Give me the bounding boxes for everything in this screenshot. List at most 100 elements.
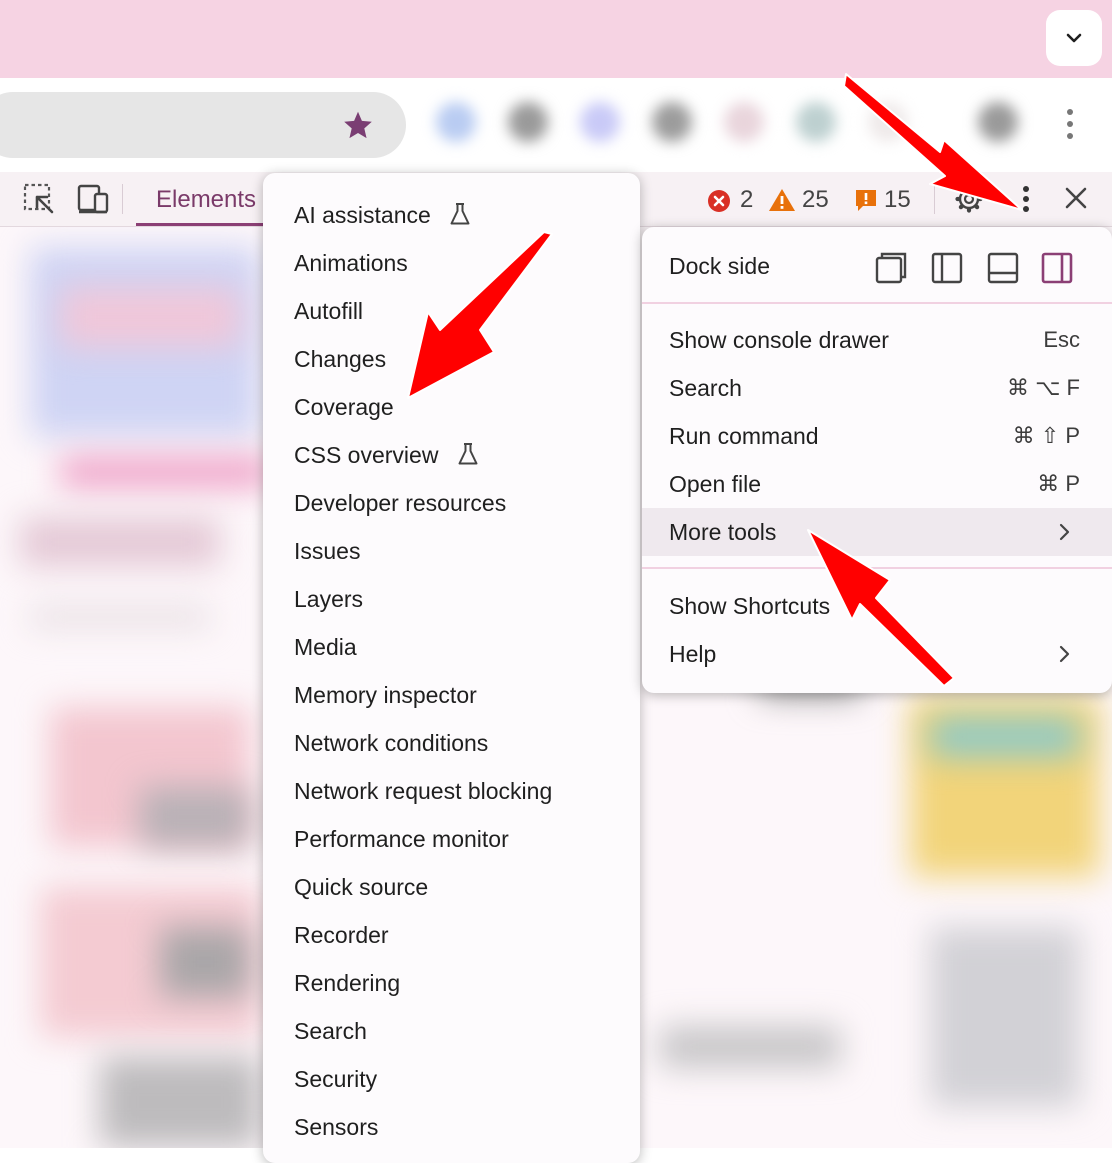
more-tools-submenu: AI assistance Animations Autofill Change… bbox=[263, 173, 640, 1163]
menu-item-label: Network conditions bbox=[294, 730, 489, 756]
menu-item-label: Coverage bbox=[294, 394, 394, 420]
experiment-flask-icon bbox=[458, 442, 478, 465]
menu-item-label: Show console drawer bbox=[669, 327, 889, 353]
extension-icon[interactable] bbox=[796, 102, 836, 142]
menu-item-label: Changes bbox=[294, 346, 387, 372]
menu-item-label: Search bbox=[669, 375, 742, 401]
extension-icon[interactable] bbox=[652, 102, 692, 142]
browser-menu-icon[interactable] bbox=[1058, 104, 1082, 144]
menu-item-memory-inspector[interactable]: Memory inspector bbox=[294, 671, 634, 719]
menu-item-quick-source[interactable]: Quick source bbox=[294, 863, 634, 911]
menu-item-network-request-blocking[interactable]: Network request blocking bbox=[294, 767, 634, 815]
menu-item-label: Help bbox=[669, 641, 717, 667]
devtools-main-menu: Dock side Show console drawer Esc Search… bbox=[642, 227, 1112, 693]
toolbar-divider bbox=[122, 184, 123, 214]
menu-item-open-file[interactable]: Open file ⌘ P bbox=[642, 460, 1112, 508]
menu-separator bbox=[642, 567, 1112, 569]
extension-icon[interactable] bbox=[580, 102, 620, 142]
menu-item-rendering[interactable]: Rendering bbox=[294, 959, 634, 1007]
issues-count[interactable]: 15 bbox=[884, 186, 911, 214]
menu-item-coverage[interactable]: Coverage bbox=[294, 383, 634, 431]
dock-bottom-icon[interactable] bbox=[986, 251, 1020, 285]
menu-item-label: Issues bbox=[294, 538, 361, 564]
menu-item-autofill[interactable]: Autofill bbox=[294, 287, 634, 335]
inspect-element-icon[interactable] bbox=[22, 182, 56, 216]
menu-item-css-overview[interactable]: CSS overview bbox=[294, 431, 634, 479]
menu-item-media[interactable]: Media bbox=[294, 623, 634, 671]
menu-item-label: Open file bbox=[669, 471, 762, 497]
menu-item-label: Developer resources bbox=[294, 490, 507, 516]
profile-avatar[interactable] bbox=[978, 102, 1018, 142]
menu-item-recorder[interactable]: Recorder bbox=[294, 911, 634, 959]
tab-elements[interactable]: Elements bbox=[136, 172, 266, 226]
menu-item-show-shortcuts[interactable]: Show Shortcuts bbox=[642, 582, 1112, 630]
menu-item-help[interactable]: Help bbox=[642, 630, 1112, 678]
tab-elements-label: Elements bbox=[156, 186, 257, 213]
menu-item-label: Rendering bbox=[294, 970, 401, 996]
extension-icon[interactable] bbox=[868, 102, 908, 142]
close-icon[interactable] bbox=[1062, 184, 1090, 212]
menu-item-label: Performance monitor bbox=[294, 826, 509, 852]
menu-item-label: Animations bbox=[294, 250, 408, 276]
menu-item-label: AI assistance bbox=[294, 202, 431, 228]
menu-item-performance-monitor[interactable]: Performance monitor bbox=[294, 815, 634, 863]
chevron-down-icon bbox=[1066, 33, 1082, 43]
menu-item-run-command[interactable]: Run command ⌘ ⇧ P bbox=[642, 412, 1112, 460]
menu-item-security[interactable]: Security bbox=[294, 1055, 634, 1103]
dock-left-icon[interactable] bbox=[930, 251, 964, 285]
menu-item-search[interactable]: Search bbox=[294, 1007, 634, 1055]
menu-item-changes[interactable]: Changes bbox=[294, 335, 634, 383]
browser-title-bar bbox=[0, 0, 1112, 78]
settings-gear-icon[interactable] bbox=[952, 182, 986, 216]
menu-item-label: Sensors bbox=[294, 1114, 379, 1140]
menu-item-more-tools[interactable]: More tools bbox=[642, 508, 1112, 556]
menu-item-shortcut: ⌘ P bbox=[1037, 471, 1080, 496]
menu-item-label: Media bbox=[294, 634, 357, 660]
menu-item-label: Network request blocking bbox=[294, 778, 553, 804]
menu-item-label: Search bbox=[294, 1018, 367, 1044]
menu-item-label: More tools bbox=[669, 519, 777, 545]
extension-icon[interactable] bbox=[724, 102, 764, 142]
error-icon bbox=[708, 190, 730, 212]
chevron-right-icon bbox=[1059, 645, 1070, 663]
menu-item-ai-assistance[interactable]: AI assistance bbox=[294, 191, 634, 239]
bookmark-star-icon[interactable] bbox=[340, 108, 376, 144]
warning-icon bbox=[769, 189, 795, 211]
device-toolbar-icon[interactable] bbox=[76, 182, 110, 216]
menu-item-layers[interactable]: Layers bbox=[294, 575, 634, 623]
extension-icon[interactable] bbox=[508, 102, 548, 142]
menu-item-shortcut: Esc bbox=[1043, 327, 1080, 352]
warning-count[interactable]: 25 bbox=[802, 186, 829, 214]
dock-side-label: Dock side bbox=[669, 253, 770, 279]
menu-item-label: Quick source bbox=[294, 874, 429, 900]
menu-item-sensors[interactable]: Sensors bbox=[294, 1103, 634, 1151]
menu-item-search[interactable]: Search ⌘ ⌥ F bbox=[642, 364, 1112, 412]
menu-item-label: Security bbox=[294, 1066, 378, 1092]
menu-item-label: Run command bbox=[669, 423, 819, 449]
menu-item-label: Autofill bbox=[294, 298, 364, 324]
undock-icon[interactable] bbox=[874, 251, 908, 285]
extension-icon[interactable] bbox=[436, 102, 476, 142]
menu-item-label: Memory inspector bbox=[294, 682, 477, 708]
menu-item-label: CSS overview bbox=[294, 442, 439, 468]
menu-item-animations[interactable]: Animations bbox=[294, 239, 634, 287]
menu-item-label: Recorder bbox=[294, 922, 389, 948]
error-count[interactable]: 2 bbox=[740, 186, 753, 214]
menu-item-label: Layers bbox=[294, 586, 364, 612]
menu-item-shortcut: ⌘ ⇧ P bbox=[1012, 423, 1080, 448]
menu-item-developer-resources[interactable]: Developer resources bbox=[294, 479, 634, 527]
menu-item-shortcut: ⌘ ⌥ F bbox=[1006, 375, 1080, 400]
customize-devtools-icon[interactable] bbox=[1014, 182, 1038, 216]
toolbar-divider bbox=[934, 184, 935, 214]
tab-search-button[interactable] bbox=[1046, 10, 1102, 66]
menu-item-issues[interactable]: Issues bbox=[294, 527, 634, 575]
chevron-right-icon bbox=[1059, 523, 1070, 541]
menu-item-show-console-drawer[interactable]: Show console drawer Esc bbox=[642, 316, 1112, 364]
menu-item-label: Show Shortcuts bbox=[669, 593, 831, 619]
menu-item-network-conditions[interactable]: Network conditions bbox=[294, 719, 634, 767]
experiment-flask-icon bbox=[450, 202, 470, 225]
issues-icon bbox=[856, 190, 876, 211]
active-tab-indicator bbox=[136, 223, 266, 226]
dock-right-icon[interactable] bbox=[1040, 251, 1074, 285]
menu-separator bbox=[642, 302, 1112, 304]
